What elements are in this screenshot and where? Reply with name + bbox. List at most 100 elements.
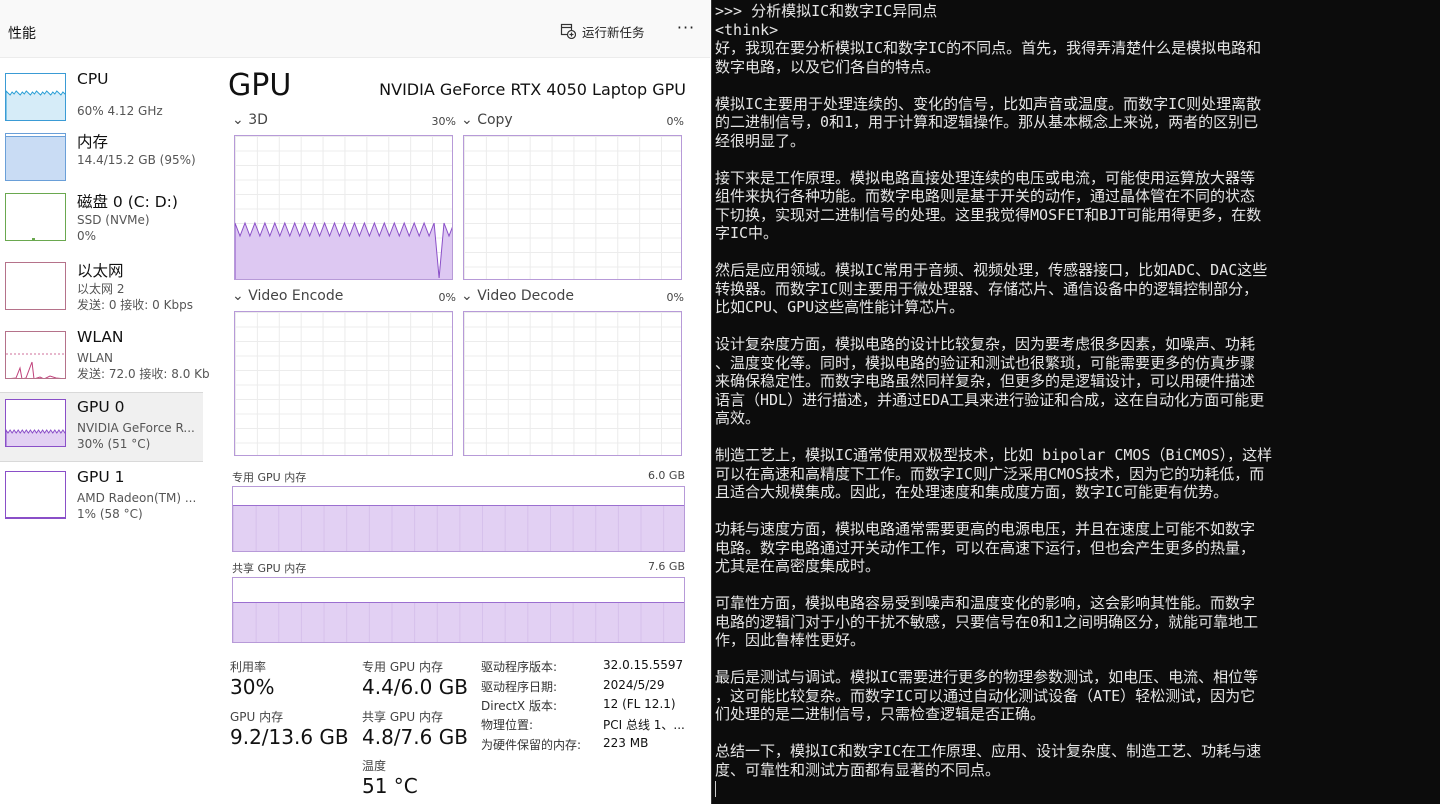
terminal-line: 比如CPU、GPU这些高性能计算芯片。	[715, 298, 965, 316]
terminal-line: 然后是应用领域。模拟IC常用于音频、视频处理，传感器接口，比如ADC、DAC这些	[715, 261, 1268, 279]
terminal-window[interactable]: >>> 分析模拟IC和数字IC异同点 <think> 好，我现在要分析模拟IC和数字…	[711, 0, 1440, 804]
sidebar-item-detail: NVIDIA GeForce R...	[77, 421, 195, 435]
dedicated-memory-stat-label: 专用 GPU 内存	[362, 660, 443, 674]
sidebar-item-ethernet[interactable]: 以太网 以太网 2 发送: 0 接收: 0 Kbps	[0, 259, 203, 327]
terminal-line: 、温度变化等。同时，模拟电路的验证和测试也很繁琐，可能需要更多的仿真步骤	[715, 353, 1256, 372]
sidebar-item-label: WLAN	[77, 328, 124, 346]
sidebar-item-detail: SSD (NVMe)	[77, 213, 150, 227]
engine-percent: 30%	[431, 115, 456, 128]
task-manager-window: 性能 运行新任务 ··· CPU 60% 4.12 GHz 内存 14.4/15…	[0, 0, 710, 804]
dedicated-memory-graph	[232, 486, 685, 552]
terminal-line: 制造工艺上，模拟IC通常使用双极型技术，比如 bipolar CMOS（BiCM…	[715, 446, 1273, 464]
disk-thumbnail-graph	[5, 193, 66, 241]
chevron-down-icon: ⌄	[232, 288, 244, 304]
terminal-line: 可靠性方面，模拟电路容易受到噪声和温度变化的影响，这会影响其性能。而数字	[715, 594, 1256, 612]
sidebar-item-detail: AMD Radeon(TM) ...	[77, 491, 197, 505]
sidebar-item-wlan[interactable]: WLAN WLAN 发送: 72.0 接收: 8.0 Kb	[0, 328, 210, 396]
terminal-line: 电路的逻辑门对于小的干扰不敏感，只要信号在0和1之间明确区分，就能可靠地工	[715, 612, 1259, 631]
terminal-line: >>> 分析模拟IC和数字IC异同点	[715, 2, 938, 20]
gpu-memory-value: 9.2/13.6 GB	[230, 725, 349, 749]
terminal-line: 经很明显了。	[715, 131, 806, 150]
sidebar-item-gpu1[interactable]: GPU 1 AMD Radeon(TM) ... 1% (58 °C)	[0, 468, 203, 536]
reserved-memory-label: 为硬件保留的内存:	[481, 738, 582, 752]
memory-thumbnail-graph	[5, 133, 66, 181]
run-new-task-button[interactable]: 运行新任务	[560, 18, 645, 44]
engine-graph-video-decode	[463, 311, 682, 456]
ethernet-thumbnail-graph	[5, 262, 66, 310]
engine-label: Video Encode	[248, 288, 344, 304]
cpu-thumbnail-graph	[5, 73, 66, 121]
engine-label: Video Decode	[477, 288, 575, 304]
shared-memory-graph	[232, 577, 685, 643]
sidebar-item-detail: 60% 4.12 GHz	[77, 104, 163, 118]
terminal-line: 高效。	[715, 409, 761, 427]
terminal-line: 语言（HDL）进行描述，并通过EDA工具来进行验证和合成，这在自动化方面可能更	[715, 390, 1265, 409]
reserved-memory-value: 223 MB	[603, 736, 649, 750]
engine-label: 3D	[248, 112, 268, 128]
terminal-line: ，这可能比较复杂。而数字IC可以通过自动化测试设备（ATE）轻松测试，因为它	[715, 686, 1256, 705]
engine-selector-3d[interactable]: ⌄ 3D	[232, 112, 268, 128]
driver-date-value: 2024/5/29	[603, 678, 665, 692]
terminal-output: >>> 分析模拟IC和数字IC异同点 <think> 好，我现在要分析模拟IC和数字…	[715, 2, 1435, 798]
terminal-line: <think>	[715, 20, 779, 39]
sidebar-item-label: GPU 0	[77, 398, 125, 416]
terminal-line: 接下来是工作原理。模拟电路直接处理连续的电压或电流，可能使用运算放大器等	[715, 168, 1256, 187]
sidebar-item-detail: 以太网 2	[77, 282, 125, 296]
directx-version-label: DirectX 版本:	[481, 699, 558, 713]
more-options-button[interactable]: ···	[672, 18, 700, 44]
directx-version-value: 12 (FL 12.1)	[603, 697, 676, 711]
sidebar-item-cpu[interactable]: CPU 60% 4.12 GHz	[0, 70, 203, 138]
sidebar-item-memory[interactable]: 内存 14.4/15.2 GB (95%)	[0, 130, 203, 198]
dedicated-memory-label: 专用 GPU 内存	[232, 471, 307, 484]
terminal-line: 度、可靠性和测试方面都有显著的不同点。	[715, 760, 1001, 779]
terminal-line: 设计复杂度方面，模拟电路的设计比较复杂，因为要考虑很多因素，如噪声、功耗	[715, 335, 1256, 353]
terminal-prompt-line[interactable]	[715, 779, 1435, 798]
physical-location-label: 物理位置:	[481, 718, 534, 732]
sidebar-item-detail: WLAN	[77, 351, 114, 365]
terminal-line: 最后是测试与调试。模拟IC需要进行更多的物理参数测试，如电压、电流、相位等	[715, 668, 1259, 686]
terminal-line: 功耗与速度方面，模拟电路通常需要更高的电源电压，并且在速度上可能不如数字	[715, 520, 1256, 538]
sidebar-item-label: 磁盘 0 (C: D:)	[77, 193, 178, 211]
engine-percent: 0%	[666, 115, 684, 128]
page-title: 性能	[8, 26, 36, 42]
terminal-line: 作，因此鲁棒性更好。	[715, 631, 866, 649]
terminal-line: 数字电路，以及它们各自的特点。	[715, 57, 941, 76]
engine-graph-3d	[234, 135, 453, 280]
sidebar-item-label: CPU	[77, 70, 109, 88]
sidebar-item-gpu0[interactable]: GPU 0 NVIDIA GeForce R... 30% (51 °C)	[0, 392, 203, 462]
gpu0-thumbnail-graph	[5, 399, 66, 447]
shared-memory-label: 共享 GPU 内存	[232, 562, 307, 575]
engine-percent: 0%	[438, 291, 456, 304]
run-new-task-label: 运行新任务	[582, 24, 645, 40]
sidebar-item-detail: 0%	[77, 229, 97, 243]
sidebar-item-detail: 发送: 72.0 接收: 8.0 Kb	[77, 367, 210, 381]
sidebar-item-detail: 1% (58 °C)	[77, 507, 143, 521]
shared-memory-max: 7.6 GB	[647, 560, 685, 573]
sidebar-item-detail: 发送: 0 接收: 0 Kbps	[77, 298, 193, 312]
sidebar-item-label: 以太网	[77, 262, 124, 280]
engine-selector-video-encode[interactable]: ⌄ Video Encode	[232, 288, 343, 304]
terminal-line: 们处理的是二进制信号，只需检查逻辑是否正确。	[715, 705, 1046, 723]
gpu1-thumbnail-graph	[5, 471, 66, 519]
terminal-line: 可以在高速和高精度下工作。而数字IC则广泛采用CMOS技术，因为它的功耗低，而	[715, 464, 1265, 483]
sidebar-item-label: 内存	[77, 133, 109, 151]
terminal-line: 下切换，实现对二进制信号的处理。这里我觉得MOSFET和BJT可能用得更多，在数	[715, 205, 1262, 224]
sidebar-item-disk[interactable]: 磁盘 0 (C: D:) SSD (NVMe) 0%	[0, 190, 203, 258]
shared-memory-stat-label: 共享 GPU 内存	[362, 710, 443, 724]
text-cursor	[715, 780, 716, 797]
engine-selector-video-decode[interactable]: ⌄ Video Decode	[461, 288, 574, 304]
shared-memory-stat-value: 4.8/7.6 GB	[362, 725, 468, 749]
sidebar: CPU 60% 4.12 GHz 内存 14.4/15.2 GB (95%) 磁…	[0, 58, 210, 804]
physical-location-value: PCI 总线 1、...	[603, 718, 685, 732]
sidebar-item-detail: 30% (51 °C)	[77, 437, 151, 451]
chevron-down-icon: ⌄	[461, 112, 473, 128]
engine-selector-copy[interactable]: ⌄ Copy	[461, 112, 513, 128]
engine-label: Copy	[477, 112, 513, 128]
terminal-line: 总结一下，模拟IC和数字IC在工作原理、应用、设计复杂度、制造工艺、功耗与速	[715, 742, 1262, 760]
